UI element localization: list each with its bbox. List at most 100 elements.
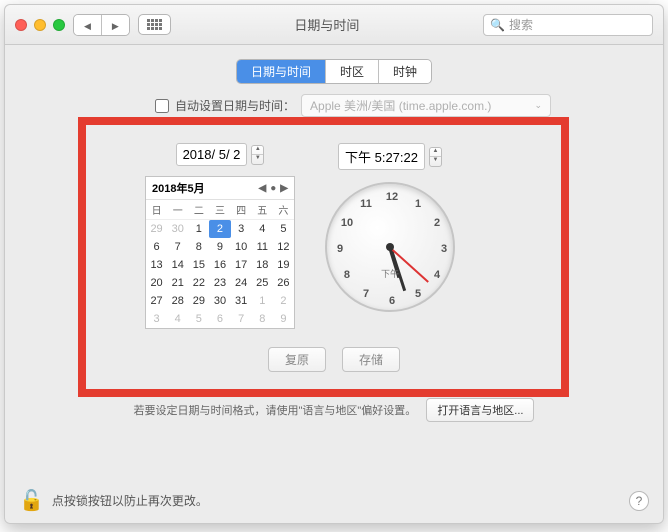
clock-number: 7	[363, 288, 369, 300]
search-input[interactable]: 🔍 搜索	[483, 14, 653, 36]
close-icon[interactable]	[15, 19, 27, 31]
time-stepper[interactable]: ▲▼	[429, 147, 442, 167]
cal-day[interactable]: 1	[188, 220, 209, 238]
lock-icon[interactable]: 🔓	[19, 488, 44, 513]
clock-pivot	[386, 243, 394, 251]
calendar-title: 2018年5月	[152, 180, 205, 196]
cal-next-icon[interactable]: ▶	[280, 183, 288, 194]
cal-day-next[interactable]: 8	[252, 310, 273, 328]
back-button[interactable]: ◀	[74, 15, 101, 35]
chevron-down-icon: ⌄	[534, 100, 542, 111]
cal-day[interactable]: 21	[167, 274, 188, 292]
cal-day[interactable]: 20	[146, 274, 167, 292]
tab-timezone[interactable]: 时区	[325, 60, 378, 83]
cal-day[interactable]: 17	[231, 256, 252, 274]
titlebar: ◀ ▶ 日期与时间 🔍 搜索	[5, 5, 663, 45]
revert-button[interactable]: 复原	[268, 347, 326, 372]
cal-day[interactable]: 23	[209, 274, 230, 292]
clock-number: 9	[337, 243, 343, 255]
cal-day[interactable]: 27	[146, 292, 167, 310]
dow-label: 日	[146, 200, 167, 220]
cal-day[interactable]: 22	[188, 274, 209, 292]
cal-day-next[interactable]: 9	[273, 310, 294, 328]
cal-day[interactable]: 9	[209, 238, 230, 256]
step-up-icon: ▲	[430, 148, 441, 158]
cal-day[interactable]: 24	[231, 274, 252, 292]
cal-day[interactable]: 6	[146, 238, 167, 256]
analog-clock[interactable]: 下午 121234567891011	[325, 182, 455, 312]
help-button[interactable]: ?	[629, 491, 649, 511]
zoom-icon[interactable]	[53, 19, 65, 31]
cal-day-next[interactable]: 5	[188, 310, 209, 328]
step-down-icon: ▼	[430, 157, 441, 166]
clock-number: 8	[344, 269, 350, 281]
cal-day[interactable]: 29	[188, 292, 209, 310]
lock-text: 点按锁按钮以防止再次更改。	[52, 492, 208, 509]
cal-day[interactable]: 7	[167, 238, 188, 256]
cal-day[interactable]: 10	[231, 238, 252, 256]
cal-day-next[interactable]: 6	[209, 310, 230, 328]
cal-day-prev[interactable]: 30	[167, 220, 188, 238]
cal-day-prev[interactable]: 29	[146, 220, 167, 238]
dow-label: 五	[252, 200, 273, 220]
date-field[interactable]: 2018/ 5/ 2	[176, 143, 248, 166]
minimize-icon[interactable]	[34, 19, 46, 31]
tab-datetime[interactable]: 日期与时间	[237, 60, 325, 83]
step-up-icon: ▲	[252, 146, 263, 156]
dow-label: 六	[273, 200, 294, 220]
format-hint: 若要设定日期与时间格式，请使用"语言与地区"偏好设置。	[134, 402, 417, 418]
search-placeholder: 搜索	[509, 16, 533, 33]
cal-day-next[interactable]: 1	[252, 292, 273, 310]
cal-day[interactable]: 3	[231, 220, 252, 238]
cal-day[interactable]: 18	[252, 256, 273, 274]
cal-day[interactable]: 12	[273, 238, 294, 256]
cal-day[interactable]: 2	[209, 220, 230, 238]
ampm-label: 下午	[381, 267, 399, 280]
forward-button[interactable]: ▶	[101, 15, 129, 35]
dow-label: 二	[188, 200, 209, 220]
time-field[interactable]: 下午 5:27:22	[338, 143, 425, 170]
auto-set-checkbox[interactable]	[155, 99, 169, 113]
cal-day-next[interactable]: 7	[231, 310, 252, 328]
cal-day-next[interactable]: 4	[167, 310, 188, 328]
cal-day-next[interactable]: 2	[273, 292, 294, 310]
cal-day[interactable]: 15	[188, 256, 209, 274]
show-all-button[interactable]	[138, 14, 171, 35]
cal-day[interactable]: 30	[209, 292, 230, 310]
cal-day[interactable]: 4	[252, 220, 273, 238]
search-icon: 🔍	[490, 18, 505, 32]
date-stepper[interactable]: ▲▼	[251, 145, 264, 165]
cal-day-next[interactable]: 3	[146, 310, 167, 328]
grid-icon	[147, 19, 162, 30]
clock-number: 12	[386, 191, 398, 203]
cal-day[interactable]: 26	[273, 274, 294, 292]
window-title: 日期与时间	[179, 15, 475, 34]
cal-day[interactable]: 31	[231, 292, 252, 310]
cal-day[interactable]: 11	[252, 238, 273, 256]
cal-day[interactable]: 8	[188, 238, 209, 256]
calendar: 2018年5月 ◀ ● ▶ 日一二三四五六2930123456789101112…	[145, 176, 295, 329]
tab-clock[interactable]: 时钟	[378, 60, 431, 83]
dow-label: 一	[167, 200, 188, 220]
open-language-region-button[interactable]: 打开语言与地区...	[426, 398, 534, 422]
save-button[interactable]: 存储	[342, 347, 400, 372]
clock-number: 5	[415, 288, 421, 300]
auto-set-label: 自动设置日期与时间：	[175, 97, 295, 114]
clock-number: 11	[360, 198, 372, 210]
cal-day[interactable]: 13	[146, 256, 167, 274]
window-controls	[15, 19, 65, 31]
cal-prev-icon[interactable]: ◀	[259, 183, 267, 194]
cal-day[interactable]: 19	[273, 256, 294, 274]
cal-day[interactable]: 14	[167, 256, 188, 274]
clock-number: 10	[341, 217, 353, 229]
clock-number: 4	[434, 269, 440, 281]
cal-day[interactable]: 25	[252, 274, 273, 292]
time-server-value: Apple 美洲/美国 (time.apple.com.)	[310, 97, 491, 114]
cal-day[interactable]: 28	[167, 292, 188, 310]
time-server-select[interactable]: Apple 美洲/美国 (time.apple.com.) ⌄	[301, 94, 551, 117]
dow-label: 三	[209, 200, 230, 220]
cal-today-icon[interactable]: ●	[270, 183, 276, 194]
cal-day[interactable]: 5	[273, 220, 294, 238]
cal-day[interactable]: 16	[209, 256, 230, 274]
clock-number: 2	[434, 217, 440, 229]
